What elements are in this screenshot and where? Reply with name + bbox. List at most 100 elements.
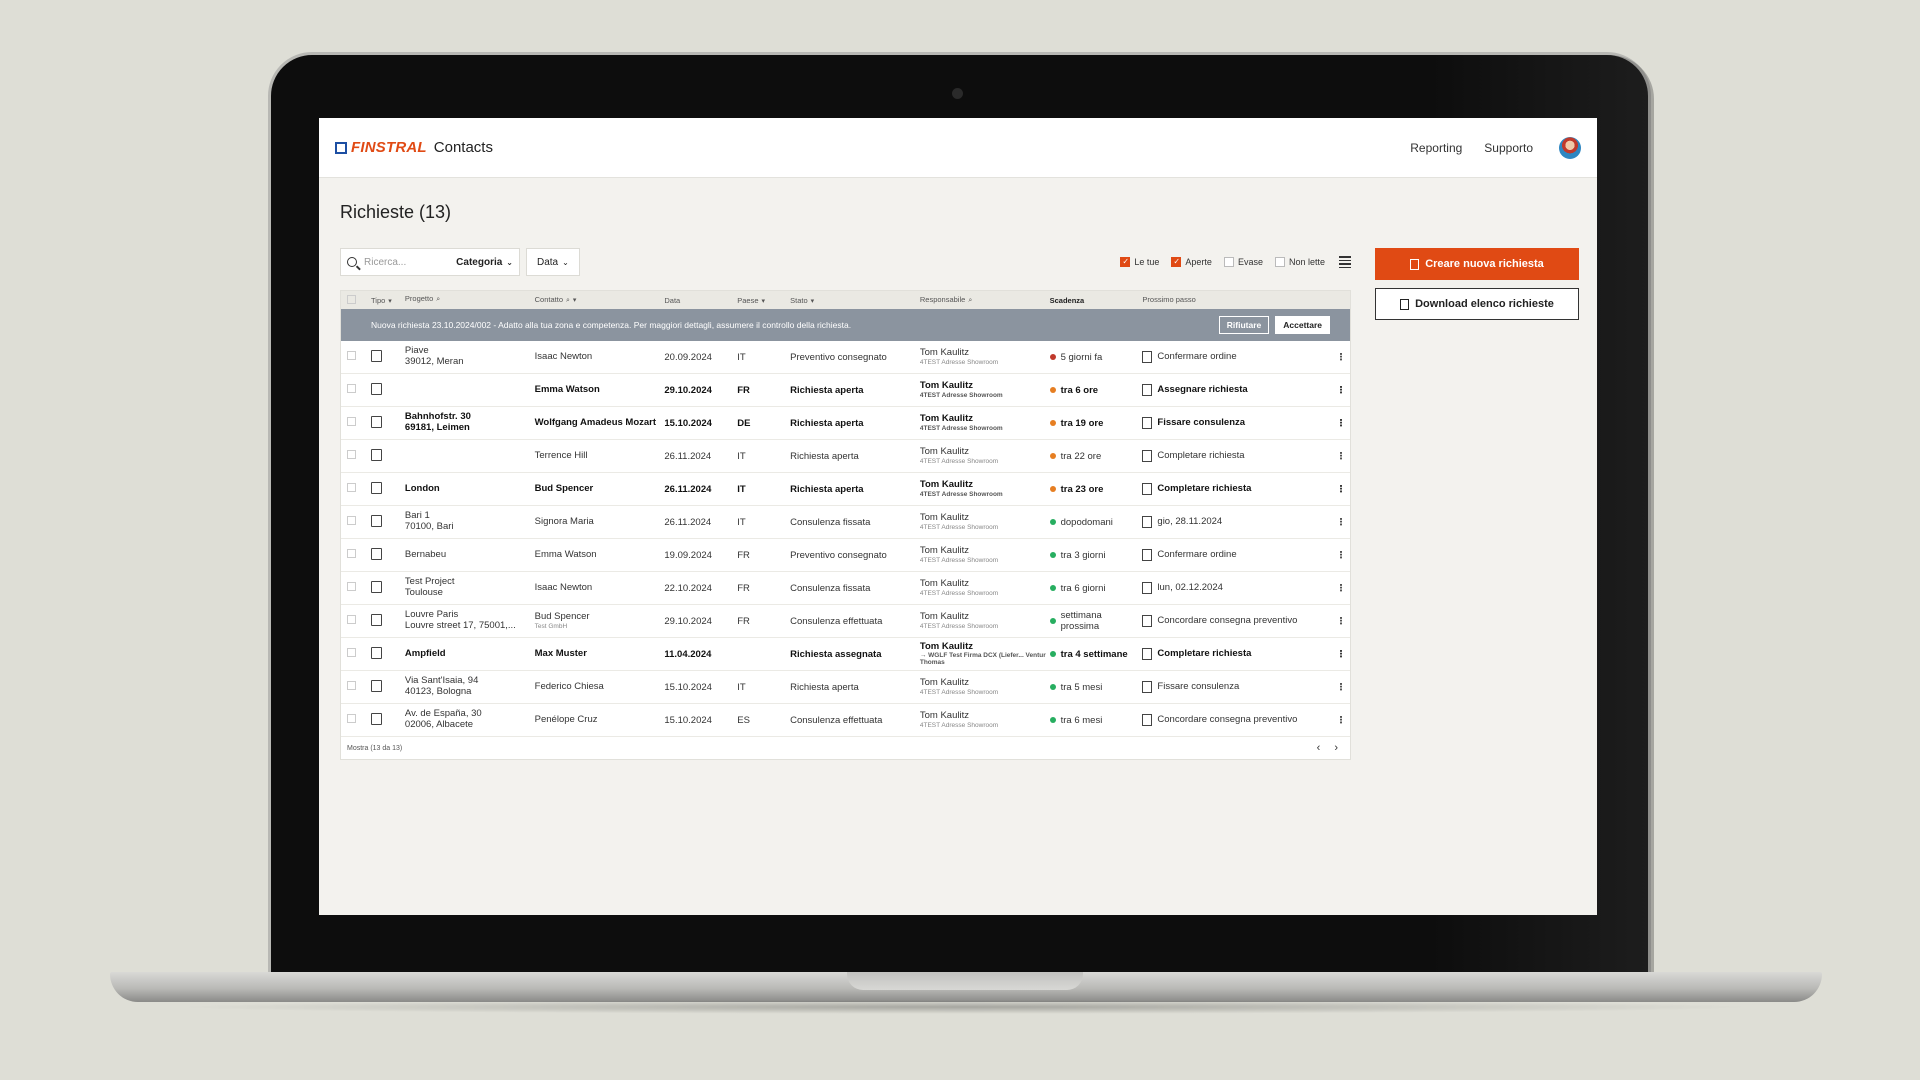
- nav-supporto[interactable]: Supporto: [1484, 141, 1533, 155]
- row-checkbox[interactable]: [347, 648, 356, 657]
- table-row[interactable]: Av. de España, 30 02006, Albacete Penélo…: [341, 704, 1350, 737]
- checkbox-unchecked[interactable]: [1274, 257, 1285, 268]
- row-checkbox[interactable]: [347, 582, 356, 591]
- row-checkbox[interactable]: [347, 615, 356, 624]
- row-checkbox[interactable]: [347, 417, 356, 426]
- table-row[interactable]: Piave 39012, Meran Isaac Newton 20.09.20…: [341, 341, 1350, 374]
- filter-icon[interactable]: ▾: [388, 298, 392, 305]
- col-paese[interactable]: Paese ▾: [737, 296, 790, 305]
- cell-prossimo-passo[interactable]: Confermare ordine: [1142, 351, 1332, 363]
- row-menu-icon[interactable]: ⋮: [1332, 583, 1350, 594]
- row-menu-icon[interactable]: ⋮: [1332, 418, 1350, 429]
- row-checkbox[interactable]: [347, 549, 356, 558]
- col-responsabile[interactable]: Responsabile ⌕: [920, 295, 1050, 305]
- row-menu-icon[interactable]: ⋮: [1332, 451, 1350, 462]
- prev-page-icon[interactable]: ‹: [1317, 742, 1321, 754]
- row-checkbox[interactable]: [347, 351, 356, 360]
- cell-prossimo-passo[interactable]: Fissare consulenza: [1142, 417, 1332, 429]
- cell-data: 15.10.2024: [664, 714, 712, 726]
- reject-button[interactable]: Rifiutare: [1218, 316, 1270, 334]
- row-checkbox[interactable]: [347, 681, 356, 690]
- nav-reporting[interactable]: Reporting: [1410, 141, 1462, 155]
- table-row[interactable]: Test Project Toulouse Isaac Newton 22.10…: [341, 572, 1350, 605]
- cell-prossimo-passo[interactable]: Assegnare richiesta: [1142, 384, 1332, 396]
- search-icon[interactable]: ⌕: [968, 297, 972, 304]
- avatar[interactable]: [1559, 136, 1581, 159]
- table-row[interactable]: London Bud Spencer 26.11.2024 IT Richies…: [341, 473, 1350, 506]
- cell-prossimo-passo[interactable]: Completare richiesta: [1142, 648, 1332, 660]
- cell-responsabile: Tom Kaulitz 4TEST Adresse Showroom: [919, 380, 1003, 399]
- search-icon[interactable]: ⌕: [566, 297, 570, 304]
- download-list-button[interactable]: Download elenco richieste: [1375, 288, 1579, 320]
- checkbox-checked[interactable]: [1171, 257, 1182, 268]
- search-input[interactable]: Ricerca... Categoria ⌄: [340, 248, 520, 276]
- table-row[interactable]: Bari 1 70100, Bari Signora Maria 26.11.2…: [341, 506, 1350, 539]
- col-scadenza[interactable]: Scadenza: [1050, 296, 1143, 305]
- filter-non-lette[interactable]: Non lette: [1274, 257, 1325, 268]
- next-step-icon: [1142, 615, 1153, 627]
- category-dropdown[interactable]: Categoria ⌄: [456, 257, 513, 268]
- col-progetto[interactable]: Progetto ⌕: [405, 295, 535, 304]
- status-dot-icon: [1049, 420, 1056, 426]
- row-checkbox[interactable]: [347, 516, 356, 525]
- top-nav: Reporting Supporto: [1410, 136, 1581, 159]
- row-menu-icon[interactable]: ⋮: [1332, 616, 1350, 627]
- filter-le-tue[interactable]: Le tue: [1120, 257, 1159, 268]
- row-menu-icon[interactable]: ⋮: [1332, 517, 1350, 528]
- row-menu-icon[interactable]: ⋮: [1332, 715, 1350, 726]
- cell-prossimo-passo[interactable]: Fissare consulenza: [1142, 681, 1332, 693]
- cell-progetto: Bari 1 70100, Bari: [404, 510, 454, 532]
- row-menu-icon[interactable]: ⋮: [1332, 385, 1350, 396]
- select-all-checkbox[interactable]: [347, 294, 356, 304]
- row-checkbox[interactable]: [347, 450, 356, 459]
- row-checkbox[interactable]: [347, 714, 356, 723]
- cell-stato: Richiesta aperta: [790, 417, 864, 429]
- row-menu-icon[interactable]: ⋮: [1332, 682, 1350, 693]
- cell-progetto: Via Sant'Isaia, 94 40123, Bologna: [404, 675, 479, 697]
- col-stato[interactable]: Stato ▾: [790, 296, 920, 305]
- cell-prossimo-passo[interactable]: Concordare consegna preventivo: [1142, 714, 1332, 726]
- logo[interactable]: FINSTRAL Contacts: [335, 139, 493, 156]
- checkbox-checked[interactable]: [1120, 257, 1131, 268]
- filter-icon[interactable]: ▾: [762, 298, 766, 305]
- row-checkbox[interactable]: [347, 384, 356, 393]
- table-row[interactable]: Louvre Paris Louvre street 17, 75001,...…: [341, 605, 1350, 638]
- col-contatto[interactable]: Contatto ⌕ ▾: [535, 295, 665, 305]
- filter-aperte[interactable]: Aperte: [1171, 257, 1212, 268]
- date-dropdown[interactable]: Data ⌄: [526, 248, 580, 276]
- row-menu-icon[interactable]: ⋮: [1332, 550, 1350, 561]
- table-row[interactable]: Bernabeu Emma Watson 19.09.2024 FR Preve…: [341, 539, 1350, 572]
- page-title: Richieste (13): [340, 202, 452, 222]
- col-data[interactable]: Data: [664, 296, 737, 305]
- cell-prossimo-passo[interactable]: Completare richiesta: [1142, 450, 1332, 462]
- cell-prossimo-passo[interactable]: Confermare ordine: [1142, 549, 1332, 561]
- next-page-icon[interactable]: ›: [1334, 742, 1338, 754]
- row-menu-icon[interactable]: ⋮: [1332, 649, 1350, 660]
- search-icon[interactable]: ⌕: [436, 296, 440, 303]
- row-menu-icon[interactable]: ⋮: [1332, 484, 1350, 495]
- col-tipo[interactable]: Tipo ▾: [363, 296, 405, 305]
- row-menu-icon[interactable]: ⋮: [1332, 352, 1350, 363]
- column-menu-icon[interactable]: [1339, 256, 1351, 268]
- table-row[interactable]: Via Sant'Isaia, 94 40123, Bologna Federi…: [341, 671, 1350, 704]
- next-step-icon: [1142, 450, 1153, 462]
- filter-icon[interactable]: ▾: [573, 297, 577, 304]
- table-row[interactable]: Ampfield Max Muster 11.04.2024 Richiesta…: [341, 638, 1350, 671]
- cell-data: 20.09.2024: [664, 351, 712, 363]
- logo-square-icon: [335, 141, 347, 154]
- filter-evase[interactable]: Evase: [1223, 257, 1263, 268]
- row-checkbox[interactable]: [347, 483, 356, 492]
- cell-prossimo-passo[interactable]: gio, 28.11.2024: [1142, 516, 1332, 528]
- filter-icon[interactable]: ▾: [811, 298, 815, 305]
- create-request-button[interactable]: Creare nuova richiesta: [1375, 248, 1579, 280]
- checkbox-unchecked[interactable]: [1223, 257, 1234, 268]
- accept-button[interactable]: Accettare: [1275, 316, 1330, 334]
- table-row[interactable]: Terrence Hill 26.11.2024 IT Richiesta ap…: [341, 440, 1350, 473]
- new-document-icon: [1410, 258, 1420, 270]
- cell-prossimo-passo[interactable]: Completare richiesta: [1142, 483, 1332, 495]
- table-row[interactable]: Emma Watson 29.10.2024 FR Richiesta aper…: [341, 374, 1350, 407]
- cell-scadenza: tra 6 giorni: [1049, 583, 1143, 594]
- cell-prossimo-passo[interactable]: Concordare consegna preventivo: [1142, 615, 1332, 627]
- table-row[interactable]: Bahnhofstr. 30 69181, Leimen Wolfgang Am…: [341, 407, 1350, 440]
- cell-prossimo-passo[interactable]: lun, 02.12.2024: [1142, 582, 1332, 594]
